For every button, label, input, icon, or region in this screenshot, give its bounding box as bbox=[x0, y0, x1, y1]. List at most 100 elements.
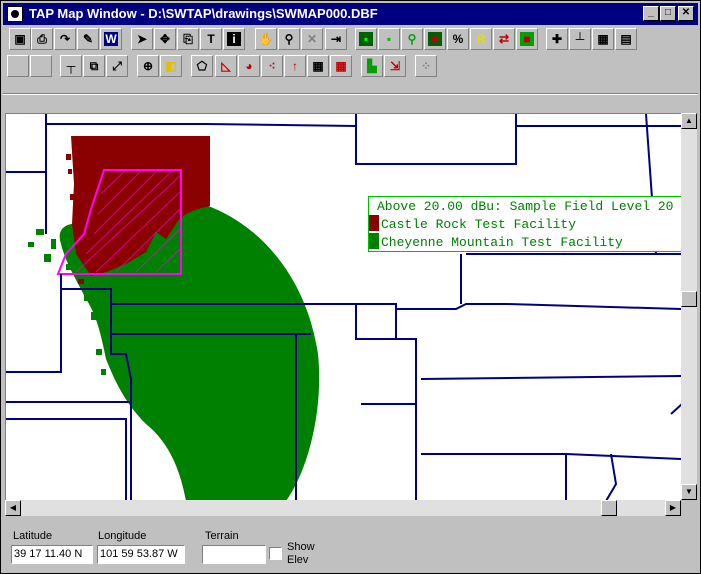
redo-arrow-button[interactable]: ↷ bbox=[54, 28, 76, 50]
grid-button[interactable]: ▦ bbox=[592, 28, 614, 50]
save-button[interactable]: ▣ bbox=[9, 28, 31, 50]
edit-icon: ✎ bbox=[82, 32, 94, 46]
grid-icon: ▦ bbox=[597, 32, 609, 46]
green-icon-2-button[interactable]: ▪ bbox=[378, 28, 400, 50]
layers-button[interactable]: ◧ bbox=[160, 55, 182, 77]
move-button[interactable]: ✥ bbox=[154, 28, 176, 50]
scroll-corner bbox=[681, 500, 697, 516]
main-toolbar: ▣ ⎙ ↷ ✎ W ➤ ✥ ⎘ Ti ✋ ⚲ ✕ ⇥ ▪ ▪ ⚲ ■% R ⇄ ■ ✚ ┴ ▦ ▤ bbox=[3, 26, 698, 52]
matrix-color-button[interactable]: ▦ bbox=[330, 55, 352, 77]
arrow-up-icon: ↑ bbox=[292, 59, 298, 73]
notepad-icon: ▤ bbox=[620, 32, 632, 46]
save-icon: ▣ bbox=[14, 32, 26, 46]
maximize-button[interactable]: □ bbox=[660, 6, 676, 21]
legend-title: Above 20.00 dBu: Sample Field Level 20 bbox=[377, 199, 674, 214]
resize-icon: ⤢ bbox=[112, 59, 122, 73]
area-button[interactable]: ◺ bbox=[215, 55, 237, 77]
notepad-button[interactable]: ▤ bbox=[615, 28, 637, 50]
line-tool-button[interactable]: ┬ bbox=[60, 55, 82, 77]
layers-icon: ◧ bbox=[165, 59, 177, 73]
scroll-left-icon[interactable]: ◀ bbox=[5, 500, 21, 516]
blank-icon-1 bbox=[11, 59, 25, 73]
red-square-button[interactable]: ■ bbox=[424, 28, 446, 50]
scroll-down-icon[interactable]: ▼ bbox=[681, 484, 697, 500]
info-button[interactable]: i bbox=[223, 28, 245, 50]
toolbar-separator bbox=[3, 93, 698, 95]
title-bar[interactable]: TAP Map Window - D:\SWTAP\drawings\SWMAP… bbox=[3, 3, 698, 25]
hand-button[interactable]: ✋ bbox=[255, 28, 277, 50]
swap-icon: ⇄ bbox=[498, 32, 510, 46]
disabled-grid-icon: ⁘ bbox=[420, 59, 432, 73]
pin-button[interactable]: ⚲ bbox=[401, 28, 423, 50]
show-elev-label: Show bbox=[287, 541, 315, 553]
legend-swatch bbox=[369, 233, 379, 249]
zoom-box-icon: ⧉ bbox=[89, 59, 99, 73]
exit-icon: ⇥ bbox=[330, 32, 342, 46]
search-button[interactable]: ⚲ bbox=[278, 28, 300, 50]
minimize-button[interactable]: _ bbox=[643, 6, 659, 21]
app-icon[interactable] bbox=[7, 6, 23, 22]
text-icon: T bbox=[207, 32, 215, 46]
scatter-icon: ⁖ bbox=[268, 59, 276, 73]
map-svg bbox=[6, 114, 681, 500]
tools-toolbar: ┬ ⧉ ⤢ ⊕ ◧ ⬠ ◺ ◕ ⁖ ↑ ▦ ▦ ▙ ⇲ ⁘ bbox=[3, 53, 698, 79]
disabled-grid-button[interactable]: ⁘ bbox=[415, 55, 437, 77]
scroll-up-icon[interactable]: ▲ bbox=[681, 113, 697, 129]
zoom-box-button[interactable]: ⧉ bbox=[83, 55, 105, 77]
blank-icon-2 bbox=[34, 59, 48, 73]
map-canvas[interactable]: Above 20.00 dBu: Sample Field Level 20 C… bbox=[5, 113, 681, 500]
show-elev-checkbox[interactable] bbox=[269, 547, 282, 560]
ruler-button[interactable]: ┴ bbox=[569, 28, 591, 50]
close-button[interactable]: ✕ bbox=[678, 6, 694, 21]
w-button[interactable]: W bbox=[100, 28, 122, 50]
ruler-icon: ┴ bbox=[575, 32, 585, 46]
info-icon: i bbox=[227, 32, 241, 46]
copy-button[interactable]: ⎘ bbox=[177, 28, 199, 50]
resize-button[interactable]: ⤢ bbox=[106, 55, 128, 77]
latitude-field: 39 17 11.40 N bbox=[11, 545, 93, 564]
horizontal-scrollbar[interactable]: ◀ ▶ bbox=[5, 500, 681, 516]
pointer-icon: ➤ bbox=[136, 32, 148, 46]
w-icon: W bbox=[104, 32, 118, 46]
legend-entry: Cheyenne Mountain Test Facility bbox=[369, 233, 623, 250]
transfer-button[interactable]: ⇲ bbox=[384, 55, 406, 77]
percent-button[interactable]: % bbox=[447, 28, 469, 50]
r-button[interactable]: R bbox=[470, 28, 492, 50]
text-button[interactable]: T bbox=[200, 28, 222, 50]
plus-icon: ✚ bbox=[551, 32, 563, 46]
longitude-field: 101 59 53.87 W bbox=[97, 545, 185, 564]
green-icon-1: ▪ bbox=[359, 32, 373, 46]
horizontal-scroll-thumb[interactable] bbox=[601, 500, 617, 516]
plus-button[interactable]: ✚ bbox=[546, 28, 568, 50]
arrow-up-button[interactable]: ↑ bbox=[284, 55, 306, 77]
pie-button[interactable]: ◕ bbox=[238, 55, 260, 77]
histogram-button[interactable]: ▙ bbox=[361, 55, 383, 77]
scatter-button[interactable]: ⁖ bbox=[261, 55, 283, 77]
print-button[interactable]: ⎙ bbox=[31, 28, 53, 50]
blank-icon-2-button[interactable] bbox=[30, 55, 52, 77]
scroll-right-icon[interactable]: ▶ bbox=[665, 500, 681, 516]
show-elev-label-2: Elev bbox=[287, 554, 309, 566]
terrain-label: Terrain bbox=[205, 530, 239, 542]
stop-button[interactable]: ■ bbox=[516, 28, 538, 50]
delete-button[interactable]: ✕ bbox=[301, 28, 323, 50]
red-square-icon: ■ bbox=[428, 32, 442, 46]
swap-button[interactable]: ⇄ bbox=[493, 28, 515, 50]
crosshair-button[interactable]: ⊕ bbox=[137, 55, 159, 77]
polygon-button[interactable]: ⬠ bbox=[191, 55, 213, 77]
transfer-icon: ⇲ bbox=[389, 59, 401, 73]
pin-icon: ⚲ bbox=[407, 32, 417, 46]
edit-button[interactable]: ✎ bbox=[77, 28, 99, 50]
legend-label: Cheyenne Mountain Test Facility bbox=[381, 235, 623, 250]
stop-icon: ■ bbox=[520, 32, 534, 46]
exit-button[interactable]: ⇥ bbox=[325, 28, 347, 50]
tap-map-window: TAP Map Window - D:\SWTAP\drawings\SWMAP… bbox=[0, 0, 701, 574]
coverage-legend: Above 20.00 dBu: Sample Field Level 20 C… bbox=[368, 196, 681, 252]
green-icon-1-button[interactable]: ▪ bbox=[355, 28, 377, 50]
vertical-scroll-thumb[interactable] bbox=[681, 291, 697, 307]
blank-icon-1-button[interactable] bbox=[7, 55, 29, 77]
legend-swatch bbox=[369, 215, 379, 231]
matrix-button[interactable]: ▦ bbox=[307, 55, 329, 77]
pointer-button[interactable]: ➤ bbox=[131, 28, 153, 50]
vertical-scrollbar[interactable]: ▲ ▼ bbox=[681, 113, 697, 500]
